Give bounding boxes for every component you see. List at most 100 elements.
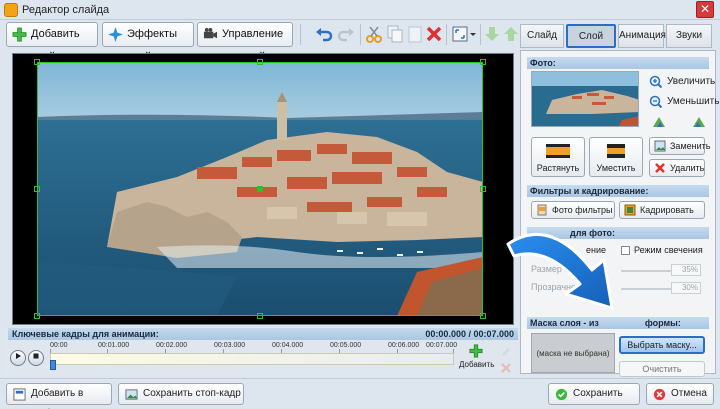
checkbox-effect-1[interactable]: Вение xyxy=(531,245,606,256)
resize-handle[interactable] xyxy=(480,313,486,319)
section-layer-mask: Маска слоя - из формы: xyxy=(527,317,709,329)
frame-size-slider[interactable] xyxy=(621,270,671,272)
move-down-icon[interactable] xyxy=(482,24,502,44)
zoom-out-icon xyxy=(649,95,663,109)
thumbnail-image xyxy=(532,72,638,126)
photo-thumbnail xyxy=(531,71,639,127)
zoom-in-label: Увеличить xyxy=(667,76,716,87)
fit-button[interactable]: Уместить xyxy=(589,137,643,177)
save-label: Сохранить xyxy=(573,388,623,399)
crop-label: Кадрировать xyxy=(640,205,694,215)
tab-layer[interactable]: Слой xyxy=(566,24,616,48)
crop-icon xyxy=(624,204,636,216)
delete-icon[interactable] xyxy=(424,24,444,44)
paste-icon[interactable] xyxy=(405,24,425,44)
stretch-button[interactable]: Растянуть xyxy=(531,137,585,177)
rotate-right-icon[interactable] xyxy=(691,115,707,129)
delete-photo-button[interactable]: Удалить xyxy=(649,159,705,177)
move-up-icon[interactable] xyxy=(501,24,521,44)
checkbox-glow-mode[interactable]: Режим свечения xyxy=(621,245,703,256)
center-handle[interactable] xyxy=(257,186,263,192)
keyframe-timeline: Ключевые кадры для анимации: 00:00.000 /… xyxy=(4,328,518,376)
delete-keyframe-icon[interactable] xyxy=(500,362,512,374)
photo-filters-label: Фото фильтры xyxy=(552,205,613,215)
replace-button[interactable]: Заменить xyxy=(649,137,710,155)
transparency-value[interactable]: 30% xyxy=(671,282,701,294)
photo-filters-button[interactable]: Фото фильтры xyxy=(531,201,615,219)
add-to-templates-label: Добавить в шаблоны xyxy=(31,388,84,409)
choose-mask-button[interactable]: Выбрать маску... xyxy=(619,336,705,354)
play-button[interactable] xyxy=(10,350,26,366)
crop-button[interactable]: Кадрировать xyxy=(619,201,705,219)
cut-icon[interactable] xyxy=(364,24,384,44)
redo-icon[interactable] xyxy=(336,24,356,44)
resize-handle[interactable] xyxy=(34,186,40,192)
cancel-label: Отмена xyxy=(671,388,707,399)
tick-label: 00:02.000 xyxy=(156,342,188,349)
checkbox-effect-1-label: В xyxy=(544,245,551,255)
plus-icon xyxy=(469,344,483,358)
tick-label: 00:06.000 xyxy=(388,342,420,349)
tick-label: 00:01.000 xyxy=(98,342,130,349)
timeline-track[interactable] xyxy=(50,353,454,365)
slide-effects-button[interactable]: Эффекты слайда xyxy=(102,22,194,63)
camera-control-button[interactable]: Управление камерой xyxy=(197,22,293,63)
fit-view-icon[interactable] xyxy=(450,24,470,44)
timeline-header: Ключевые кадры для анимации: 00:00.000 /… xyxy=(8,328,518,340)
add-keyframe-button[interactable]: Добавить xyxy=(459,344,494,374)
replace-icon xyxy=(654,140,666,152)
section-photo-effects-label: для фото: xyxy=(570,228,615,238)
section-photo-effects: для фото: xyxy=(527,227,709,239)
resize-handle[interactable] xyxy=(480,59,486,65)
mask-section-label-tail: формы: xyxy=(644,318,681,328)
toolbar-separator xyxy=(360,24,361,45)
tab-animation[interactable]: Анимация xyxy=(618,24,666,48)
chevron-down-icon[interactable] xyxy=(468,24,478,44)
stretch-label: Растянуть xyxy=(536,163,580,173)
delete-icon xyxy=(655,163,665,173)
frame-size-value[interactable]: 35% xyxy=(671,264,701,276)
add-to-templates-button[interactable]: Добавить в шаблоны xyxy=(6,383,112,409)
resize-handle[interactable] xyxy=(257,59,263,65)
transparency-slider[interactable] xyxy=(621,288,671,290)
rotate-left-icon[interactable] xyxy=(651,115,667,129)
resize-handle[interactable] xyxy=(34,313,40,319)
zoom-out-button[interactable]: Уменьшить xyxy=(649,95,719,109)
undo-icon[interactable] xyxy=(314,24,334,44)
resize-handle[interactable] xyxy=(34,59,40,65)
clear-mask-button[interactable]: Очистить xyxy=(619,361,705,377)
tab-sounds[interactable]: Звуки xyxy=(666,24,712,48)
timeline-time: 00:00.000 / 00:07.000 xyxy=(425,329,514,339)
checkbox-effect-1-label-tail: ение xyxy=(586,245,607,255)
stop-button[interactable] xyxy=(28,350,44,366)
slide-canvas[interactable] xyxy=(12,53,514,325)
camera-icon xyxy=(203,27,218,39)
edit-keyframe-icon[interactable] xyxy=(500,346,512,358)
checkbox-box xyxy=(621,246,630,255)
close-window-button[interactable]: ✕ xyxy=(696,1,714,18)
properties-panel: Слайд Слой Анимация Звуки Фото: Увеличит… xyxy=(520,22,719,377)
save-stopframe-button[interactable]: Сохранить стоп-кадр xyxy=(118,383,244,405)
tick-label: 00:05.000 xyxy=(330,342,362,349)
timeline-ruler[interactable]: 00:00 00:01.000 00:02.000 00:03.000 00:0… xyxy=(50,342,457,372)
keyframe-marker[interactable] xyxy=(50,360,56,370)
zoom-in-button[interactable]: Увеличить xyxy=(649,75,715,89)
toolbar-separator xyxy=(446,24,447,45)
checkmark-icon xyxy=(555,388,568,401)
save-stopframe-label: Сохранить стоп-кадр xyxy=(143,388,241,399)
section-filters: Фильтры и кадрирование: xyxy=(527,185,709,197)
cancel-button[interactable]: Отмена xyxy=(646,383,714,405)
add-layer-button[interactable]: Добавить слой xyxy=(6,22,98,63)
fit-icon xyxy=(607,144,625,158)
resize-handle[interactable] xyxy=(480,186,486,192)
zoom-in-icon xyxy=(649,75,663,89)
mask-preview: (маска не выбрана) xyxy=(531,333,615,373)
tab-slide[interactable]: Слайд xyxy=(520,24,564,48)
copy-icon[interactable] xyxy=(385,24,405,44)
resize-handle[interactable] xyxy=(257,313,263,319)
app-icon xyxy=(4,3,18,17)
play-icon xyxy=(16,353,21,359)
checkbox-box xyxy=(531,246,540,255)
transparency-label: Прозрачност xyxy=(531,282,585,292)
save-button[interactable]: Сохранить xyxy=(548,383,640,405)
